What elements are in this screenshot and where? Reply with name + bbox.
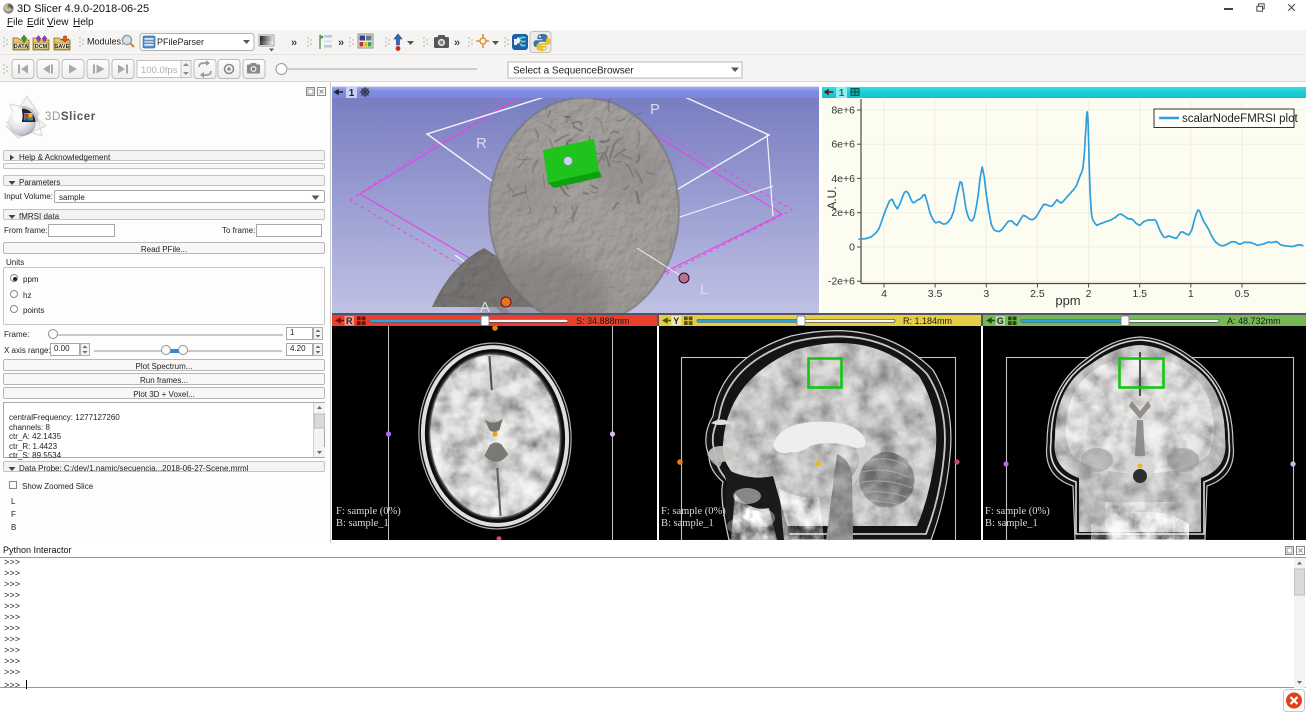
svg-text:4e+6: 4e+6 bbox=[831, 173, 855, 185]
svg-text:1.5: 1.5 bbox=[1132, 288, 1147, 300]
svg-text:R: R bbox=[476, 135, 487, 152]
svg-text:8e+6: 8e+6 bbox=[831, 105, 855, 117]
svg-text:R: R bbox=[346, 316, 353, 326]
svg-text:A.U.: A.U. bbox=[825, 186, 839, 209]
svg-text:PFileParser: PFileParser bbox=[157, 37, 204, 47]
svg-text:3: 3 bbox=[983, 288, 989, 300]
svg-text:P: P bbox=[650, 101, 660, 118]
svg-text:1: 1 bbox=[1188, 288, 1194, 300]
svg-text:Select a SequenceBrowser: Select a SequenceBrowser bbox=[513, 66, 634, 77]
svg-text:0: 0 bbox=[849, 242, 855, 254]
svg-text:3.5: 3.5 bbox=[928, 288, 943, 300]
svg-text:Modules:: Modules: bbox=[87, 37, 124, 47]
svg-text:»: » bbox=[338, 37, 344, 49]
svg-text:L: L bbox=[700, 281, 708, 298]
svg-text:2: 2 bbox=[1086, 288, 1092, 300]
svg-text:100.0fps: 100.0fps bbox=[141, 65, 178, 76]
svg-text:-2e+6: -2e+6 bbox=[828, 276, 855, 288]
svg-text:F: sample (0%): F: sample (0%) bbox=[661, 506, 726, 517]
svg-text:F: sample (0%): F: sample (0%) bbox=[336, 506, 401, 517]
svg-text:A: A bbox=[480, 299, 490, 313]
svg-text:S: 34.888mm: S: 34.888mm bbox=[576, 316, 630, 326]
svg-text:1: 1 bbox=[839, 88, 845, 99]
svg-text:DCM: DCM bbox=[35, 44, 48, 50]
svg-text:4: 4 bbox=[881, 288, 887, 300]
svg-text:G: G bbox=[997, 316, 1004, 326]
svg-text:R: 1.184mm: R: 1.184mm bbox=[903, 316, 952, 326]
svg-text:B: sample_1: B: sample_1 bbox=[336, 518, 389, 529]
svg-text:»: » bbox=[454, 37, 460, 49]
svg-text:1: 1 bbox=[349, 88, 355, 99]
svg-text:DATA: DATA bbox=[14, 44, 28, 50]
svg-text:B: sample_1: B: sample_1 bbox=[985, 518, 1038, 529]
svg-text:0.5: 0.5 bbox=[1235, 288, 1250, 300]
svg-text:F: sample (0%): F: sample (0%) bbox=[985, 506, 1050, 517]
svg-text:SAVE: SAVE bbox=[55, 44, 70, 50]
svg-text:6e+6: 6e+6 bbox=[831, 139, 855, 151]
svg-text:B: sample_1: B: sample_1 bbox=[661, 518, 714, 529]
svg-text:ppm: ppm bbox=[1055, 293, 1080, 308]
svg-text:»: » bbox=[291, 37, 297, 49]
svg-text:Y: Y bbox=[673, 316, 679, 326]
svg-text:A: 48.732mm: A: 48.732mm bbox=[1227, 316, 1281, 326]
svg-text:scalarNodeFMRSI plot: scalarNodeFMRSI plot bbox=[1182, 113, 1298, 125]
svg-text:2.5: 2.5 bbox=[1030, 288, 1045, 300]
